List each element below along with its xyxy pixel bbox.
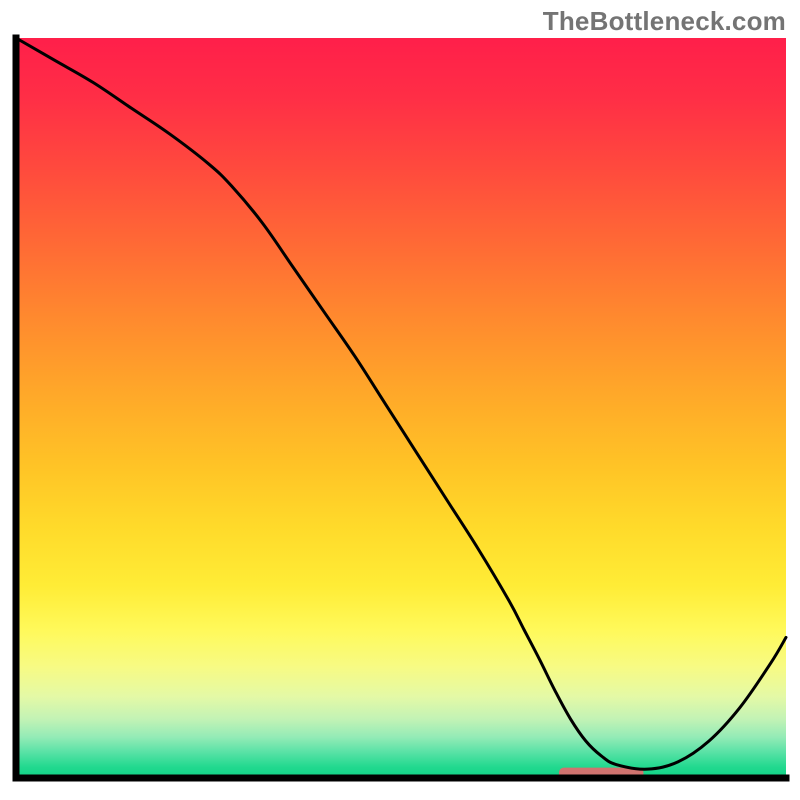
chart-svg: [0, 0, 800, 800]
watermark-text: TheBottleneck.com: [543, 6, 786, 37]
plot-background: [16, 38, 786, 778]
bottleneck-chart: TheBottleneck.com: [0, 0, 800, 800]
